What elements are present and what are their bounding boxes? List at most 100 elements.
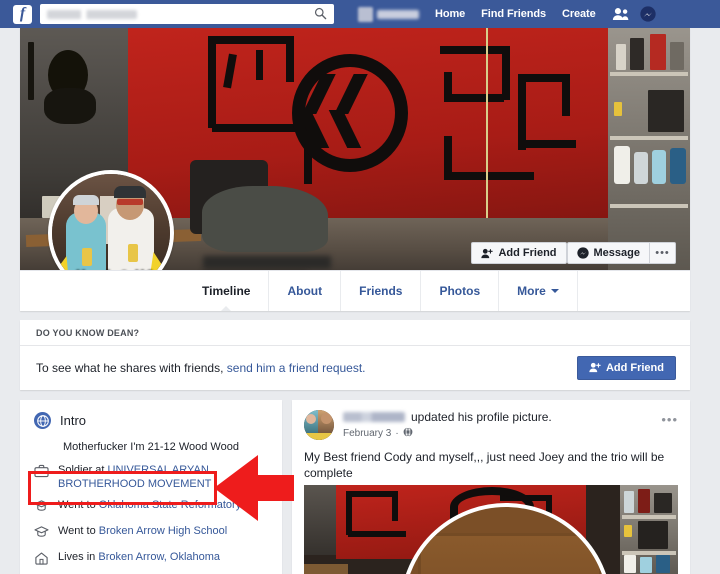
graduation-cap-icon — [34, 525, 50, 543]
tab-photos[interactable]: Photos — [421, 271, 500, 311]
graffiti-stroke — [348, 531, 406, 537]
shelf-box — [630, 38, 644, 70]
intro-row-current-city[interactable]: Lives in Broken Arrow, Oklahoma — [34, 550, 268, 570]
search-input[interactable] — [40, 4, 334, 24]
post-timestamp-line: February 3 · — [343, 427, 661, 440]
current-city-link[interactable]: Broken Arrow, Oklahoma — [98, 551, 220, 563]
intro-row-current-city-text: Lives in Broken Arrow, Oklahoma — [58, 550, 220, 564]
post-header: updated his profile picture. February 3 … — [292, 400, 690, 440]
education-highschool-link[interactable]: Broken Arrow High School — [99, 525, 227, 537]
cover-shelving-unit — [608, 28, 690, 270]
do-you-know-card: DO YOU KNOW DEAN? To see what he shares … — [20, 320, 690, 390]
graduation-cap-icon — [34, 499, 50, 517]
ellipsis-icon[interactable]: ••• — [650, 242, 676, 264]
tab-timeline-label: Timeline — [202, 284, 251, 298]
globe-icon[interactable] — [403, 427, 413, 440]
tab-more-label: More — [517, 284, 546, 298]
shelf-jug — [634, 152, 648, 184]
tab-friends-label: Friends — [359, 284, 403, 298]
shelf-can — [650, 34, 666, 70]
post-author-name-redacted[interactable] — [343, 412, 405, 422]
message-button[interactable]: Message — [566, 242, 650, 264]
shelf-jug — [670, 148, 686, 184]
nav-link-home[interactable]: Home — [435, 8, 465, 20]
shelf-board — [610, 136, 688, 140]
add-friend-button-secondary-label: Add Friend — [605, 361, 664, 374]
do-you-know-body: To see what he shares with friends, send… — [20, 346, 690, 389]
facebook-logo[interactable]: f — [13, 4, 32, 24]
current-user-name-redacted — [377, 9, 419, 19]
tab-photos-label: Photos — [439, 284, 481, 298]
profile-header-card: Add Friend Message ••• Timeline About Fr… — [20, 28, 690, 311]
message-button-label: Message — [593, 247, 640, 259]
graffiti-stroke — [208, 36, 216, 128]
search-icon[interactable] — [314, 7, 327, 20]
post-card: updated his profile picture. February 3 … — [292, 400, 690, 574]
messenger-icon[interactable] — [639, 6, 656, 22]
profile-action-buttons: Add Friend Message ••• — [471, 242, 676, 264]
post-body-text: My Best friend Cody and myself,,, just n… — [304, 450, 665, 480]
home-icon — [34, 551, 50, 570]
avatar — [358, 6, 373, 22]
current-city-prefix: Lives in — [58, 551, 99, 563]
facebook-top-navigation-bar: f Home Find Friends Create — [0, 0, 720, 28]
graffiti-stroke — [562, 74, 570, 116]
avatar[interactable] — [304, 410, 334, 440]
graffiti-stroke — [256, 50, 263, 80]
graffiti-stroke — [502, 46, 510, 100]
shelf-bottle — [616, 44, 626, 70]
annotation-arrow-icon — [214, 455, 294, 521]
tab-more[interactable]: More — [499, 271, 578, 311]
work-prefix: Soldier at — [58, 464, 108, 476]
post-meta: updated his profile picture. February 3 … — [343, 410, 661, 440]
post-photo[interactable] — [304, 485, 678, 574]
shelf-board — [610, 204, 688, 208]
profile-tab-bar: Timeline About Friends Photos More — [20, 270, 690, 311]
education-prefix: Went to — [58, 525, 99, 537]
shelf-jug — [652, 150, 666, 184]
search-input-value-redacted — [47, 9, 137, 19]
post-author-line: updated his profile picture. — [343, 410, 661, 424]
add-friend-button[interactable]: Add Friend — [471, 242, 567, 264]
post-menu-ellipsis-icon[interactable]: ••• — [661, 410, 678, 427]
intro-header: Intro — [34, 412, 268, 429]
tab-about-label: About — [287, 284, 323, 298]
shelf-item — [614, 102, 622, 116]
hanging-hose — [44, 88, 96, 124]
intro-row-education-highschool[interactable]: Went to Broken Arrow High School — [34, 524, 268, 543]
friend-requests-icon[interactable] — [612, 7, 629, 21]
send-friend-request-link[interactable]: send him a friend request. — [227, 361, 366, 375]
education-prefix: Went to — [58, 499, 99, 511]
graffiti-stroke — [208, 36, 294, 44]
graffiti-stroke — [346, 491, 398, 497]
add-friend-button-secondary[interactable]: Add Friend — [576, 355, 676, 380]
shelf-item — [670, 42, 684, 70]
graffiti-stroke — [518, 74, 526, 150]
graffiti-stroke — [444, 94, 504, 102]
profile-display-name-redacted — [203, 256, 331, 269]
covered-object — [202, 186, 328, 252]
graffiti-stroke — [392, 491, 398, 521]
intro-bio-quote: Motherfucker I'm 21-12 Wood Wood — [63, 441, 239, 453]
do-you-know-header: DO YOU KNOW DEAN? — [20, 320, 690, 346]
facebook-profile-page: f Home Find Friends Create Add Friend Me… — [0, 0, 720, 574]
shelf-board — [610, 72, 688, 76]
chevron-down-icon — [550, 289, 559, 293]
graffiti-stroke — [520, 140, 576, 148]
nav-link-create[interactable]: Create — [562, 8, 596, 20]
message-button-group: Message ••• — [566, 242, 676, 264]
current-user-shortcut[interactable] — [358, 6, 419, 22]
graffiti-stroke — [286, 36, 294, 82]
tab-friends[interactable]: Friends — [341, 271, 422, 311]
graffiti-stroke — [440, 46, 510, 54]
nav-link-find-friends[interactable]: Find Friends — [481, 8, 546, 20]
post-date[interactable]: February 3 — [343, 428, 391, 439]
tab-about[interactable]: About — [269, 271, 342, 311]
tab-timeline[interactable]: Timeline — [184, 271, 270, 311]
graffiti-stroke — [444, 172, 534, 180]
do-you-know-text: To see what he shares with friends, send… — [36, 361, 366, 375]
shelf-jug — [614, 146, 630, 184]
hanging-hose — [28, 42, 34, 100]
add-friend-button-label: Add Friend — [498, 247, 557, 259]
do-you-know-text-prefix: To see what he shares with friends, — [36, 360, 227, 375]
